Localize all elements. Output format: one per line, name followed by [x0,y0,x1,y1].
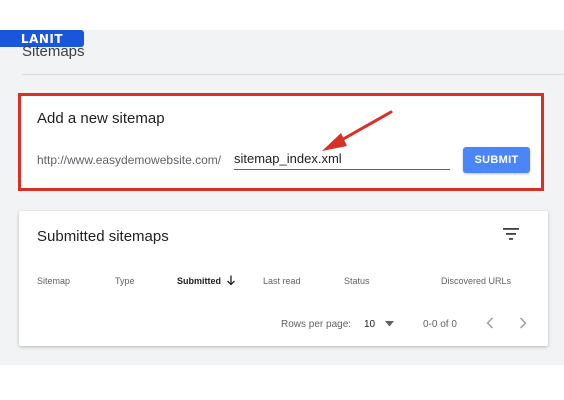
filter-icon[interactable] [503,227,519,241]
add-sitemap-title: Add a new sitemap [37,110,165,127]
rows-per-page-label: Rows per page: [281,319,352,330]
column-header-discovered-urls[interactable]: Discovered URLs [441,276,511,286]
dropdown-icon[interactable] [385,321,394,327]
rows-per-page-select[interactable]: 10 [364,319,375,330]
column-header-status[interactable]: Status [344,276,370,286]
pagination-range: 0-0 of 0 [423,319,457,330]
page-title: Sitemaps [22,43,85,60]
submitted-sitemaps-title: Submitted sitemaps [37,228,169,245]
column-header-last-read[interactable]: Last read [263,276,301,286]
url-prefix: http://www.easydemowebsite.com/ [37,153,222,167]
column-header-type[interactable]: Type [115,276,135,286]
sitemap-url-input[interactable] [234,150,450,170]
column-header-sitemap[interactable]: Sitemap [37,276,70,286]
chevron-left-icon[interactable] [486,317,494,329]
arrow-down-icon[interactable] [226,275,236,286]
column-header-submitted[interactable]: Submitted [177,276,221,286]
chevron-right-icon[interactable] [519,317,527,329]
add-sitemap-card [18,93,544,191]
submit-button[interactable]: SUBMIT [463,147,530,173]
title-divider [22,74,564,75]
